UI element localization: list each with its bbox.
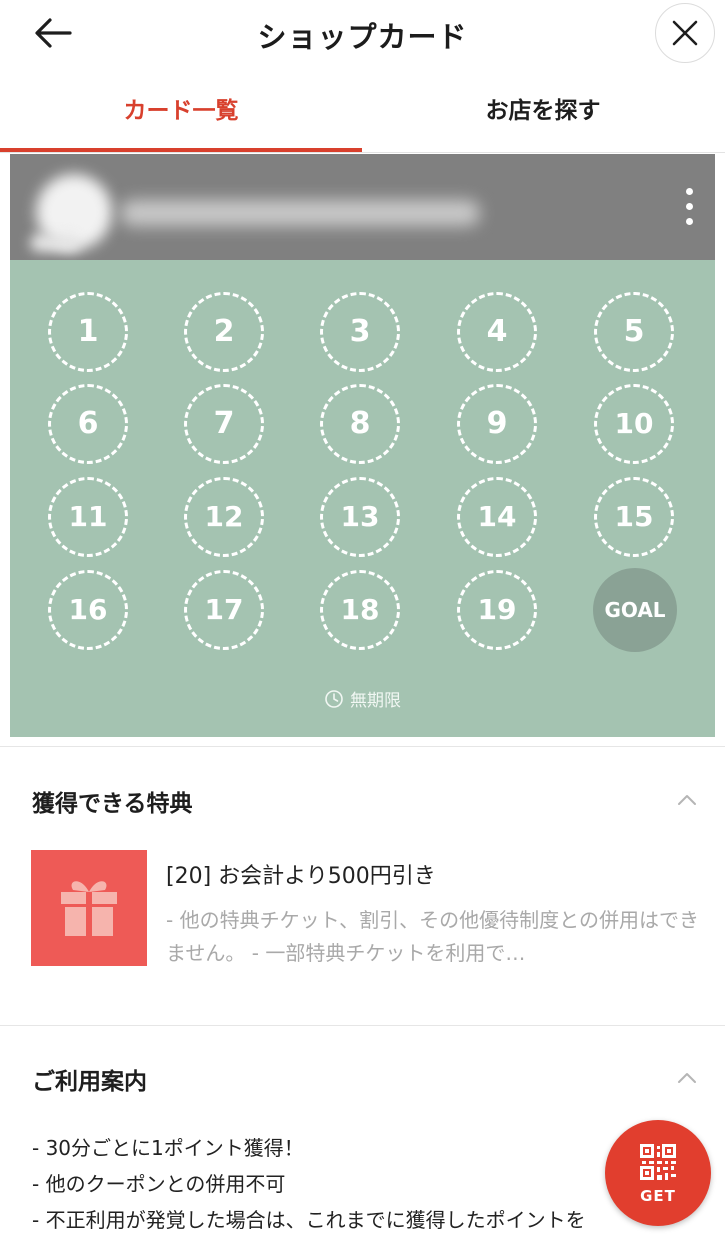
section-divider [0, 1025, 725, 1026]
stamp-slot: 13 [320, 477, 400, 557]
stamp-slot: 12 [184, 477, 264, 557]
stamp-slot: 19 [457, 570, 537, 650]
collapse-benefits-button[interactable] [676, 792, 698, 806]
shop-name-blurred [120, 200, 480, 226]
benefit-description: - 他の特典チケット、割引、その他優待制度との併用はできません。 - 一部特典チ… [166, 908, 699, 965]
get-button-label: GET [640, 1187, 676, 1205]
tab-find-shop[interactable]: お店を探す [362, 72, 724, 152]
benefit-title[interactable]: [20] お会計より500円引き [166, 858, 436, 890]
get-points-button[interactable]: GET [605, 1120, 711, 1226]
expiry-info: 無期限 [10, 686, 715, 711]
shop-card: 1 2 3 4 5 6 7 8 9 10 11 12 13 14 15 16 17 18 19 GOAL 無期限 [10, 154, 715, 737]
chevron-up-icon [678, 795, 696, 805]
stamp-slot: 9 [457, 384, 537, 464]
stamp-slot: 4 [457, 292, 537, 372]
page-title: ショップカード [257, 20, 468, 54]
active-tab-indicator [0, 148, 362, 152]
usage-line: - 不正利用が発覚した場合は、これまでに獲得したポイントを [32, 1208, 586, 1232]
qr-code-icon [640, 1144, 676, 1180]
clock-icon [325, 690, 343, 708]
more-dot-icon [686, 203, 693, 210]
benefit-thumbnail[interactable] [31, 850, 147, 966]
close-icon [672, 20, 698, 46]
top-bar: ショップカード [0, 0, 725, 70]
tab-bar: カード一覧 お店を探す [0, 72, 725, 153]
card-header [10, 154, 715, 260]
benefits-title: 獲得できる特典 [32, 791, 193, 817]
stamp-slot: 1 [48, 292, 128, 372]
gift-icon [61, 881, 117, 936]
stamp-slot: 16 [48, 570, 128, 650]
stamp-slot: 3 [320, 292, 400, 372]
more-options-button[interactable] [680, 188, 700, 228]
stamp-slot: 17 [184, 570, 264, 650]
expiry-text: 無期限 [350, 691, 401, 711]
more-dot-icon [686, 188, 693, 195]
usage-line: - 他のクーポンとの併用不可 [32, 1172, 286, 1196]
collapse-usage-button[interactable] [676, 1070, 698, 1084]
shop-avatar-shadow [30, 234, 80, 252]
goal-stamp: GOAL [593, 568, 677, 652]
stamp-slot: 8 [320, 384, 400, 464]
stamp-slot: 7 [184, 384, 264, 464]
stamp-slot: 18 [320, 570, 400, 650]
stamp-slot: 11 [48, 477, 128, 557]
stamp-slot: 15 [594, 477, 674, 557]
section-divider [0, 746, 725, 747]
stamp-slot: 6 [48, 384, 128, 464]
usage-line: - 30分ごとに1ポイント獲得！ [32, 1136, 304, 1160]
tab-card-list[interactable]: カード一覧 [0, 72, 362, 152]
stamp-slot: 10 [594, 384, 674, 464]
chevron-up-icon [678, 1073, 696, 1083]
stamp-slot: 2 [184, 292, 264, 372]
more-dot-icon [686, 218, 693, 225]
usage-title: ご利用案内 [32, 1069, 147, 1095]
close-button[interactable] [655, 3, 715, 63]
stamp-slot: 5 [594, 292, 674, 372]
stamp-slot: 14 [457, 477, 537, 557]
